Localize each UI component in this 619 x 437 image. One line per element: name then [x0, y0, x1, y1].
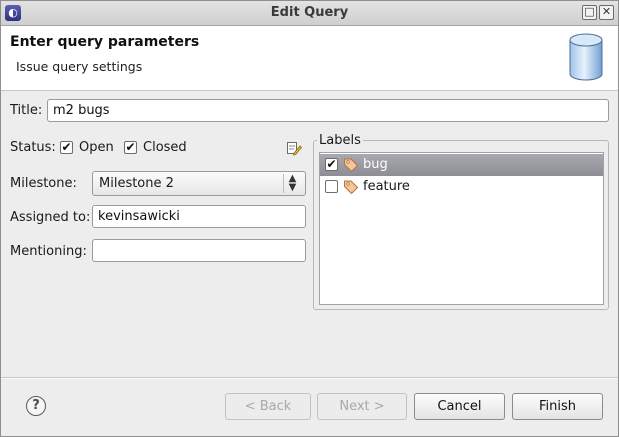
maximize-button[interactable]: □: [582, 5, 597, 20]
label-feature-checkbox[interactable]: [325, 180, 338, 193]
updown-arrow-icon: ▲ ▼: [283, 174, 301, 193]
status-label: Status:: [10, 140, 56, 155]
next-button[interactable]: Next >: [317, 393, 407, 420]
labels-group-title: Labels: [317, 133, 363, 148]
back-button[interactable]: < Back: [225, 393, 311, 420]
tag-icon: [344, 180, 359, 195]
label-item-feature[interactable]: feature: [320, 176, 603, 198]
edit-query-icon[interactable]: [286, 140, 302, 156]
status-open-checkbox[interactable]: ✔: [60, 141, 73, 154]
tag-icon: [344, 158, 359, 173]
mentioning-label: Mentioning:: [10, 244, 87, 259]
milestone-select[interactable]: Milestone 2 ▲ ▼: [92, 171, 306, 196]
footer-separator: [1, 377, 618, 379]
milestone-value: Milestone 2: [99, 176, 174, 191]
status-closed-checkbox[interactable]: ✔: [124, 141, 137, 154]
header-subtitle: Issue query settings: [16, 59, 143, 74]
label-feature-text: feature: [363, 179, 410, 194]
header-title: Enter query parameters: [10, 34, 200, 50]
title-bar[interactable]: ◐ Edit Query □ ✕: [1, 1, 618, 26]
mentioning-input[interactable]: [92, 239, 306, 262]
assigned-to-input[interactable]: [92, 205, 306, 228]
help-icon[interactable]: ?: [26, 396, 46, 416]
close-button[interactable]: ✕: [599, 5, 614, 20]
status-closed-label: Closed: [143, 140, 187, 155]
edit-query-dialog: ◐ Edit Query □ ✕ Enter query parameters …: [0, 0, 619, 437]
title-input[interactable]: [47, 99, 609, 122]
labels-list[interactable]: ✔ bug feature: [319, 152, 604, 305]
label-item-bug[interactable]: ✔ bug: [320, 154, 603, 176]
title-label: Title:: [10, 103, 43, 118]
status-open-label: Open: [79, 140, 114, 155]
label-bug-checkbox[interactable]: ✔: [325, 158, 338, 171]
assigned-to-label: Assigned to:: [10, 210, 91, 225]
cancel-button[interactable]: Cancel: [414, 393, 505, 420]
finish-button[interactable]: Finish: [512, 393, 603, 420]
milestone-label: Milestone:: [10, 176, 77, 191]
window-title: Edit Query: [270, 5, 349, 20]
database-icon: [569, 33, 603, 81]
dialog-header: Enter query parameters Issue query setti…: [1, 26, 618, 91]
label-bug-text: bug: [363, 157, 388, 172]
